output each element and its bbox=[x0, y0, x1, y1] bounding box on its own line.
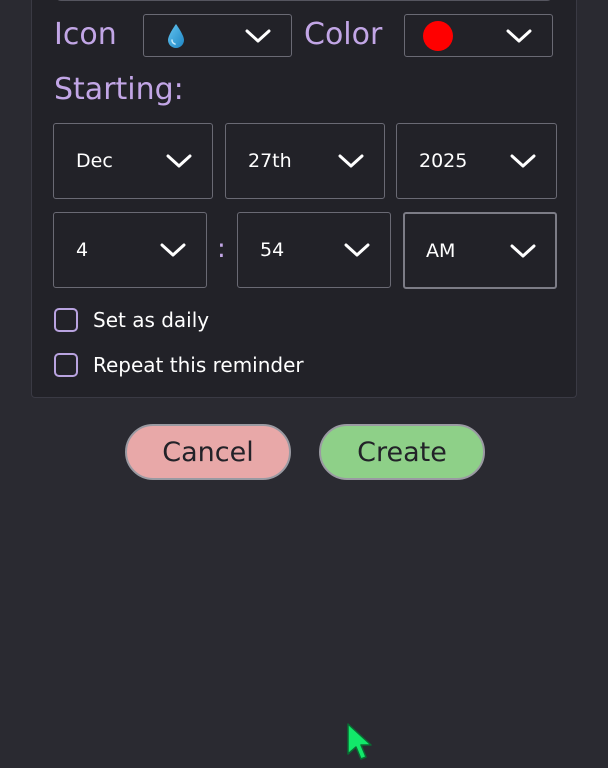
icon-label: Icon bbox=[54, 17, 117, 52]
mouse-cursor-icon bbox=[347, 723, 372, 760]
day-value: 27th bbox=[248, 150, 292, 172]
chevron-down-icon bbox=[166, 154, 192, 168]
chevron-down-icon bbox=[344, 243, 370, 257]
set-daily-label: Set as daily bbox=[93, 308, 210, 332]
cancel-button[interactable]: Cancel bbox=[125, 424, 291, 480]
repeat-reminder-checkbox[interactable] bbox=[54, 353, 78, 377]
color-swatch bbox=[423, 20, 453, 51]
minute-select[interactable]: 54 bbox=[237, 212, 391, 288]
chevron-down-icon bbox=[506, 29, 532, 42]
chevron-down-icon bbox=[245, 29, 271, 42]
starting-label: Starting: bbox=[54, 72, 184, 107]
month-select[interactable]: Dec bbox=[53, 123, 213, 199]
day-select[interactable]: 27th bbox=[225, 123, 385, 199]
chevron-down-icon bbox=[160, 243, 186, 257]
chevron-down-icon bbox=[510, 154, 536, 168]
repeat-reminder-label: Repeat this reminder bbox=[93, 353, 304, 377]
create-button[interactable]: Create bbox=[319, 424, 485, 480]
set-daily-option[interactable]: Set as daily bbox=[54, 308, 209, 332]
month-value: Dec bbox=[76, 150, 113, 172]
set-daily-checkbox[interactable] bbox=[54, 308, 78, 332]
year-select[interactable]: 2025 bbox=[396, 123, 557, 199]
hour-select[interactable]: 4 bbox=[53, 212, 207, 288]
am-pm-value: AM bbox=[426, 239, 456, 262]
reminder-form-panel bbox=[31, 0, 577, 398]
icon-select[interactable] bbox=[143, 14, 292, 57]
color-select[interactable] bbox=[404, 14, 553, 57]
cut-off-field-border bbox=[55, 0, 553, 1]
repeat-reminder-option[interactable]: Repeat this reminder bbox=[54, 353, 304, 377]
am-pm-select[interactable]: AM bbox=[403, 212, 557, 289]
hour-value: 4 bbox=[76, 239, 89, 261]
water-drop-icon bbox=[168, 23, 184, 48]
chevron-down-icon bbox=[338, 154, 364, 168]
year-value: 2025 bbox=[419, 150, 468, 172]
color-label: Color bbox=[304, 17, 383, 52]
time-separator: : bbox=[217, 234, 226, 264]
chevron-down-icon bbox=[510, 244, 536, 257]
minute-value: 54 bbox=[260, 239, 285, 261]
